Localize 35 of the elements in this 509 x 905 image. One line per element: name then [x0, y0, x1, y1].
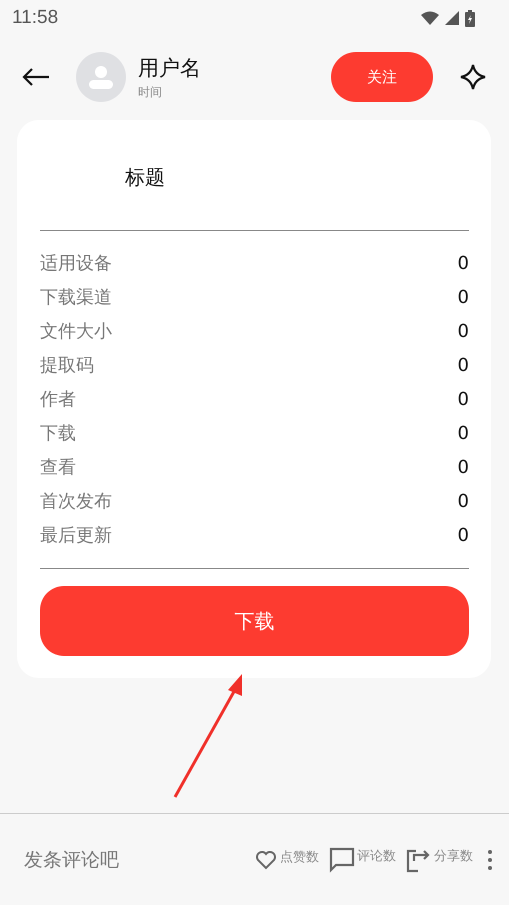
info-value: 0: [458, 422, 469, 444]
info-label: 提取码: [40, 354, 94, 377]
wifi-icon: [421, 11, 439, 25]
more-icon[interactable]: [485, 848, 495, 872]
signal-icon: [445, 11, 459, 25]
username: 用户名: [138, 54, 202, 82]
status-time: 11:58: [12, 7, 58, 29]
info-value: 0: [458, 490, 469, 512]
info-label: 文件大小: [40, 320, 112, 343]
post-title: 标题: [124, 164, 166, 191]
follow-button[interactable]: 关注: [331, 52, 433, 102]
download-button[interactable]: 下载: [40, 586, 469, 656]
post-time: 时间: [138, 84, 163, 100]
info-label: 下载渠道: [40, 286, 112, 309]
like-button[interactable]: 点赞数: [254, 848, 319, 872]
info-value: 0: [458, 524, 469, 546]
comment-icon: [329, 846, 355, 872]
info-label: 作者: [40, 388, 76, 411]
comment-button[interactable]: 评论数: [329, 846, 396, 872]
comment-field[interactable]: 发条评论吧: [24, 846, 244, 872]
info-value: 0: [458, 456, 469, 478]
info-value: 0: [458, 388, 469, 410]
back-arrow-icon[interactable]: [22, 67, 50, 87]
sparkle-icon[interactable]: [459, 63, 487, 91]
info-value: 0: [458, 354, 469, 376]
info-value: 0: [458, 286, 469, 308]
info-label: 查看: [40, 456, 76, 479]
info-value: 0: [458, 252, 469, 274]
info-label: 下载: [40, 422, 76, 445]
info-value: 0: [458, 320, 469, 342]
info-label: 首次发布: [40, 490, 112, 513]
battery-icon: [465, 10, 475, 26]
share-button[interactable]: 分享数: [406, 846, 473, 872]
info-label: 适用设备: [40, 252, 112, 275]
info-label: 最后更新: [40, 524, 112, 547]
